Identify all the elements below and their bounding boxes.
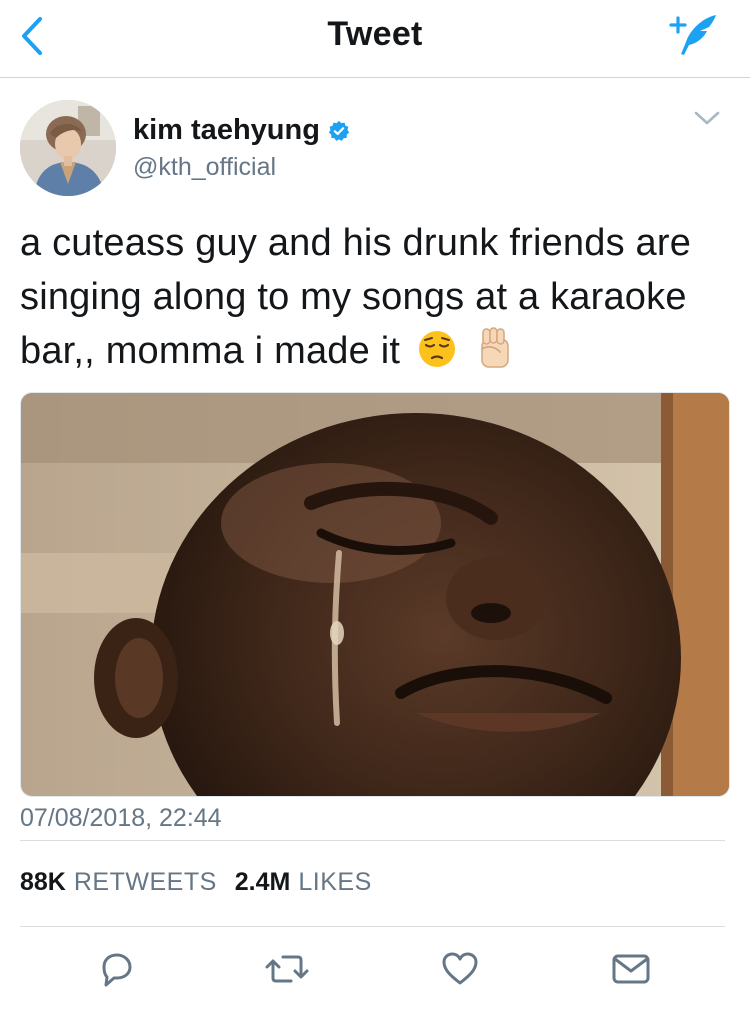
retweet-icon	[265, 955, 309, 983]
reply-icon	[102, 953, 132, 987]
direct-message-button[interactable]	[606, 944, 656, 994]
retweets-stat[interactable]: 88K RETWEETS	[20, 868, 217, 897]
likes-stat[interactable]: 2.4M LIKES	[235, 868, 372, 897]
tweet-text: a cuteass guy and his drunk friends are …	[20, 216, 720, 384]
author-handle[interactable]: @kth_official	[133, 153, 276, 182]
chevron-down-icon	[694, 111, 720, 125]
divider	[20, 840, 725, 841]
pensive-face-icon	[417, 329, 457, 384]
author-name: kim taehyung	[133, 114, 320, 146]
retweets-count: 88K	[20, 868, 66, 896]
tweet-options-button[interactable]	[690, 104, 724, 132]
raised-fist-icon	[474, 325, 514, 384]
like-icon	[442, 952, 478, 985]
retweet-button[interactable]	[262, 944, 312, 994]
tweet-media-photo[interactable]	[20, 392, 730, 797]
like-button[interactable]	[435, 944, 485, 994]
compose-tweet-icon	[669, 15, 716, 55]
author-name-row[interactable]: kim taehyung	[133, 114, 350, 147]
retweets-label: RETWEETS	[73, 868, 217, 896]
avatar[interactable]	[20, 100, 116, 196]
crying-man-photo	[21, 393, 729, 796]
likes-count: 2.4M	[234, 868, 291, 896]
tweet-detail-screen: Tweet kim taehyung @kth_official a cutea…	[0, 0, 750, 1010]
avatar-photo	[20, 100, 116, 196]
tweet-body: a cuteass guy and his drunk friends are …	[20, 222, 692, 372]
reply-button[interactable]	[92, 944, 142, 994]
nav-bar: Tweet	[0, 0, 750, 78]
compose-tweet-button[interactable]	[664, 10, 724, 60]
verified-badge-icon	[328, 120, 350, 141]
tweet-stats: 88K RETWEETS 2.4M LIKES	[20, 868, 372, 897]
likes-label: LIKES	[298, 868, 372, 896]
tweet-timestamp: 07/08/2018, 22:44	[20, 804, 222, 832]
divider	[20, 926, 725, 927]
page-title: Tweet	[327, 15, 423, 53]
direct-message-icon	[612, 954, 650, 984]
